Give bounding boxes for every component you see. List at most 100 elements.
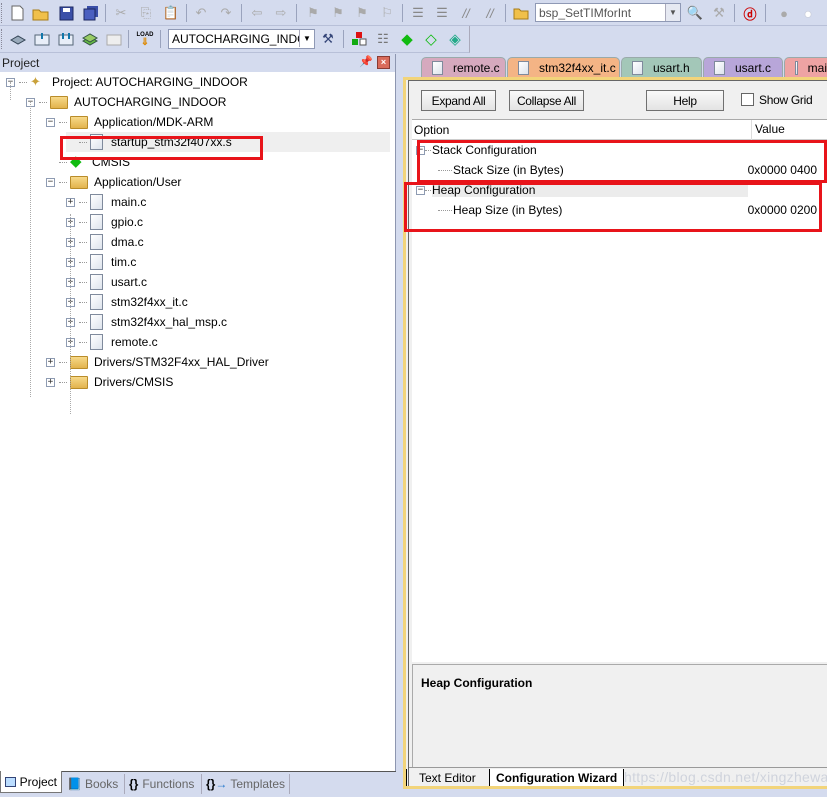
tree-connector (19, 81, 27, 83)
next-bookmark-icon[interactable]: ⚑ (353, 4, 371, 22)
close-icon[interactable]: × (377, 56, 390, 69)
pack-installer-icon[interactable]: ◆ (398, 30, 416, 48)
expand-toggle-icon[interactable]: + (46, 357, 55, 367)
tree-item[interactable]: − Application/MDK-ARM (46, 112, 213, 132)
tab-text-editor[interactable]: Text Editor (406, 769, 484, 786)
prev-bookmark-icon[interactable]: ⚑ (329, 4, 347, 22)
save-all-icon[interactable] (82, 4, 100, 22)
file-icon (90, 314, 103, 330)
tree-item-label: stm32f4xx_it.c (111, 295, 188, 309)
tree-item-label: main.c (111, 195, 147, 209)
tab-books[interactable]: 📘 Books (63, 774, 122, 794)
redo-icon[interactable]: ↷ (217, 4, 235, 22)
tree-item[interactable]: + stm32f4xx_it.c (66, 292, 188, 312)
tab-configuration-wizard[interactable]: Configuration Wizard (489, 769, 625, 786)
tree-item-label: usart.c (111, 275, 148, 289)
uncomment-icon[interactable]: // (481, 4, 499, 22)
show-grid-checkbox[interactable] (741, 93, 754, 106)
toolbar-grip[interactable] (1, 29, 4, 49)
select-software-packs-icon[interactable]: ◇ (422, 30, 440, 48)
tree-connector (79, 201, 87, 203)
copy-icon[interactable]: ⎘ (137, 4, 155, 22)
find-replace-icon[interactable]: ⚒ (710, 4, 728, 22)
breakpoint-disabled-icon[interactable]: ● (799, 4, 817, 22)
tree-connector (79, 241, 87, 243)
debug-icon[interactable]: ⓓ (741, 4, 759, 22)
target-combo[interactable]: AUTOCHARGING_INDOO ▼ (168, 29, 315, 49)
options-icon[interactable]: ⚒ (319, 30, 337, 48)
tree-item[interactable]: + Drivers/CMSIS (46, 372, 173, 392)
chevron-down-icon[interactable]: ▼ (665, 4, 680, 21)
chevron-down-icon[interactable]: ▼ (299, 30, 314, 47)
tab-functions[interactable]: {} Functions (124, 774, 198, 794)
clear-bookmarks-icon[interactable]: ⚐ (378, 4, 396, 22)
translate-icon[interactable] (9, 30, 27, 48)
file-tab[interactable]: main.c (784, 57, 827, 77)
toolbar-grip[interactable] (1, 3, 4, 23)
find-icon[interactable]: 🔍 (686, 4, 704, 22)
find-combo[interactable]: bsp_SetTIMforInt ▼ (535, 3, 681, 22)
file-tab[interactable]: stm32f4xx_it.c (507, 57, 620, 77)
project-panel: Project 📌 × − ✦ Project: AUTOCHARGING_INDO… (0, 54, 396, 797)
nav-forward-icon[interactable]: ⇨ (272, 4, 290, 22)
tree-item[interactable]: − AUTOCHARGING_INDOOR (26, 92, 226, 112)
collapse-toggle-icon[interactable]: − (46, 177, 55, 187)
tree-item[interactable]: + gpio.c (66, 212, 143, 232)
load-icon[interactable]: LOAD ⇓ (136, 30, 154, 48)
collapse-toggle-icon[interactable]: − (46, 117, 55, 127)
tree-connector (79, 281, 87, 283)
cut-icon[interactable]: ✂ (112, 4, 130, 22)
stop-build-icon[interactable] (105, 30, 123, 48)
manage-components-icon[interactable] (350, 30, 368, 48)
file-icon (90, 294, 103, 310)
pin-icon[interactable]: 📌 (359, 55, 373, 68)
manage-multi-project-icon[interactable]: ☷ (374, 30, 392, 48)
grid-header: Option Value (412, 120, 827, 140)
expand-toggle-icon[interactable]: + (46, 377, 55, 387)
paste-icon[interactable]: 📋 (162, 4, 180, 22)
tree-connector (79, 221, 87, 223)
file-tab[interactable]: usart.h (621, 57, 702, 77)
bookmark-icon[interactable]: ⚑ (304, 4, 322, 22)
new-file-icon[interactable] (8, 4, 26, 22)
tab-label: Functions (142, 777, 195, 791)
tree-item[interactable]: + tim.c (66, 252, 136, 272)
indent-icon[interactable]: ☰ (409, 4, 427, 22)
file-tab-label: main.c (807, 60, 827, 75)
tab-project[interactable]: Project (0, 771, 62, 793)
file-icon (90, 234, 103, 250)
help-button[interactable]: Help (646, 90, 724, 111)
tree-item[interactable]: − Application/User (46, 172, 181, 192)
tree-item[interactable]: + remote.c (66, 332, 158, 352)
tree-item[interactable]: + main.c (66, 192, 146, 212)
tree-item[interactable]: + Drivers/STM32F4xx_HAL_Driver (46, 352, 269, 372)
file-tab[interactable]: usart.c (703, 57, 783, 77)
find-in-files-icon[interactable] (512, 4, 530, 22)
comment-icon[interactable]: // (457, 4, 475, 22)
undo-icon[interactable]: ↶ (192, 4, 210, 22)
expand-toggle-icon[interactable]: + (66, 197, 75, 207)
show-grid-label: Show Grid (759, 93, 813, 107)
save-icon[interactable] (57, 4, 75, 22)
unindent-icon[interactable]: ☰ (433, 4, 451, 22)
column-option: Option (414, 123, 450, 137)
tab-templates[interactable]: {}→ Templates (201, 774, 291, 794)
file-icon (518, 60, 529, 75)
manage-run-time-icon[interactable]: ◈ (446, 30, 464, 48)
tree-item-label: tim.c (111, 255, 137, 269)
collapse-all-button[interactable]: Collapse All (509, 90, 584, 111)
file-tab[interactable]: remote.c (421, 57, 506, 77)
expand-all-button[interactable]: Expand All (421, 90, 496, 111)
open-folder-icon[interactable] (32, 4, 50, 22)
batch-build-icon[interactable] (81, 30, 99, 48)
build-icon[interactable] (33, 30, 51, 48)
tree-connector (79, 321, 87, 323)
tree-item[interactable]: + dma.c (66, 232, 144, 252)
nav-back-icon[interactable]: ⇦ (248, 4, 266, 22)
tree-item[interactable]: − ✦ Project: AUTOCHARGING_INDOOR (6, 72, 248, 92)
tree-item[interactable]: + usart.c (66, 272, 147, 292)
rebuild-icon[interactable] (57, 30, 75, 48)
breakpoint-icon[interactable]: ● (775, 4, 793, 22)
tree-item[interactable]: + stm32f4xx_hal_msp.c (66, 312, 227, 332)
file-tab-label: remote.c (453, 60, 500, 75)
